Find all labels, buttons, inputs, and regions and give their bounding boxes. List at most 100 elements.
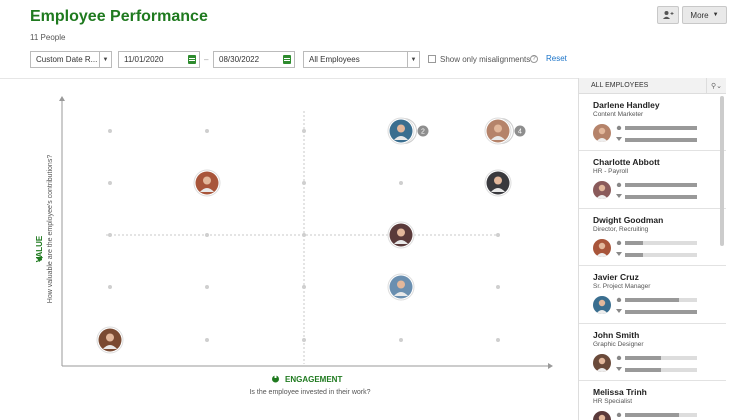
x-axis-label: ENGAGEMENT — [285, 375, 342, 384]
panel-header: ALL EMPLOYEES ⚲⌄ — [579, 78, 726, 94]
employees-panel: ALL EMPLOYEES ⚲⌄ Darlene Handley Content… — [578, 78, 726, 420]
grid-dot — [496, 233, 500, 237]
employee-marker[interactable] — [193, 169, 221, 197]
start-date-input[interactable]: 11/01/2020 — [118, 51, 200, 68]
employee-card[interactable]: John Smith Graphic Designer — [579, 324, 726, 381]
grid-dot — [399, 338, 403, 342]
y-axis-title: VALUE How valuable are the employee's co… — [35, 155, 54, 304]
count-badge-label: 4 — [518, 129, 522, 136]
grid-dot — [496, 285, 500, 289]
avatar-face — [494, 124, 502, 133]
avatar-face — [397, 280, 405, 289]
employee-card[interactable]: Javier Cruz Sr. Project Manager — [579, 266, 726, 324]
employee-card[interactable]: Charlotte Abbott HR - Payroll — [579, 151, 726, 209]
more-label: More — [690, 10, 709, 20]
value-icon — [616, 366, 622, 371]
grid-dot — [302, 338, 306, 342]
avatar — [593, 296, 611, 315]
engagement-bar — [625, 240, 697, 245]
chevron-down-icon: ▼ — [712, 12, 719, 18]
employee-name: Darlene Handley — [593, 100, 660, 110]
performance-chart: 2 4 VALUE How valuable are the employee's… — [0, 78, 578, 420]
employee-marker[interactable] — [484, 169, 512, 197]
avatar-face — [203, 176, 211, 185]
grid-dot — [205, 129, 209, 133]
grid-dot — [108, 181, 112, 185]
employee-marker[interactable]: 4 — [484, 117, 526, 145]
employee-title: HR Specialist — [593, 397, 633, 405]
date-separator: – — [204, 55, 209, 64]
avatar-face — [494, 176, 502, 185]
misalignments-checkbox[interactable] — [428, 55, 436, 63]
calendar-icon[interactable] — [188, 55, 196, 64]
grid-dot — [108, 285, 112, 289]
y-axis-subtitle: How valuable are the employee's contribu… — [47, 155, 54, 304]
employee-card[interactable]: Dwight Goodman Director, Recruiting — [579, 209, 726, 267]
avatar-face — [397, 124, 405, 133]
reset-link[interactable]: Reset — [546, 54, 567, 63]
grid-dot — [108, 233, 112, 237]
engagement-icon — [616, 412, 622, 417]
more-button[interactable]: More ▼ — [682, 6, 727, 24]
employee-marker[interactable] — [96, 326, 124, 354]
employee-list: Darlene Handley Content Marketer Charlot… — [579, 94, 726, 420]
engagement-icon — [616, 125, 622, 130]
employee-marker[interactable] — [387, 273, 415, 301]
engagement-bar — [625, 126, 697, 130]
date-range-value: Custom Date R... — [36, 55, 98, 64]
value-icon — [616, 251, 622, 256]
filter-bar: Custom Date R... ▼ 11/01/2020 – 08/30/20… — [30, 51, 720, 69]
grid-dot — [302, 233, 306, 237]
engagement-icon — [616, 240, 622, 245]
date-range-select[interactable]: Custom Date R... ▼ — [30, 51, 112, 68]
chevron-down-icon: ▼ — [407, 52, 419, 67]
employee-title: Content Marketer — [593, 111, 644, 118]
employee-card[interactable]: Melissa Trinh HR Specialist — [579, 381, 726, 420]
people-count: 11 People — [30, 33, 66, 42]
employee-marker[interactable] — [387, 221, 415, 249]
engagement-icon — [616, 183, 622, 188]
value-icon — [616, 194, 622, 199]
page-title: Employee Performance — [30, 8, 208, 25]
calendar-icon[interactable] — [283, 55, 291, 64]
engagement-icon — [616, 355, 622, 360]
employee-title: Sr. Project Manager — [593, 283, 651, 291]
engagement-icon — [272, 375, 279, 383]
value-bar — [625, 310, 697, 315]
end-date-input[interactable]: 08/30/2022 — [213, 51, 295, 68]
employee-card[interactable]: Darlene Handley Content Marketer — [579, 94, 726, 152]
person-add-icon — [663, 11, 674, 19]
scatter-plot: 2 4 VALUE How valuable are the employee's… — [35, 96, 553, 396]
engagement-bar — [625, 183, 697, 188]
employee-title: Director, Recruiting — [593, 225, 649, 233]
employee-scope-value: All Employees — [309, 55, 360, 64]
avatar-face — [106, 333, 114, 342]
avatar — [593, 181, 611, 200]
avatar — [593, 238, 611, 257]
employee-name: Charlotte Abbott — [593, 157, 660, 168]
value-bar — [625, 367, 697, 372]
grid-dot — [302, 129, 306, 133]
start-date-value: 11/01/2020 — [124, 55, 164, 64]
grid-dot — [205, 338, 209, 342]
employee-title: HR - Payroll — [593, 168, 629, 176]
avatar — [593, 410, 611, 420]
search-icon[interactable]: ⚲⌄ — [706, 78, 726, 94]
grid-dot — [302, 285, 306, 289]
x-axis-title: ENGAGEMENT Is the employee invested in t… — [249, 375, 371, 396]
add-person-button[interactable] — [657, 6, 679, 24]
value-icon — [616, 309, 622, 314]
value-bar — [625, 252, 697, 257]
value-bar — [625, 138, 697, 142]
employee-marker[interactable]: 2 — [387, 117, 429, 145]
chevron-down-icon: ▼ — [99, 52, 111, 67]
engagement-bar — [625, 412, 697, 417]
count-badge-label: 2 — [421, 129, 425, 136]
employee-scope-select[interactable]: All Employees ▼ — [303, 51, 420, 68]
grid-dot — [108, 129, 112, 133]
help-icon[interactable]: ? — [530, 55, 538, 63]
x-axis-subtitle: Is the employee invested in their work? — [249, 389, 370, 396]
employee-name: John Smith — [593, 329, 640, 340]
avatar — [593, 353, 611, 372]
panel-scrollbar[interactable] — [720, 96, 724, 246]
